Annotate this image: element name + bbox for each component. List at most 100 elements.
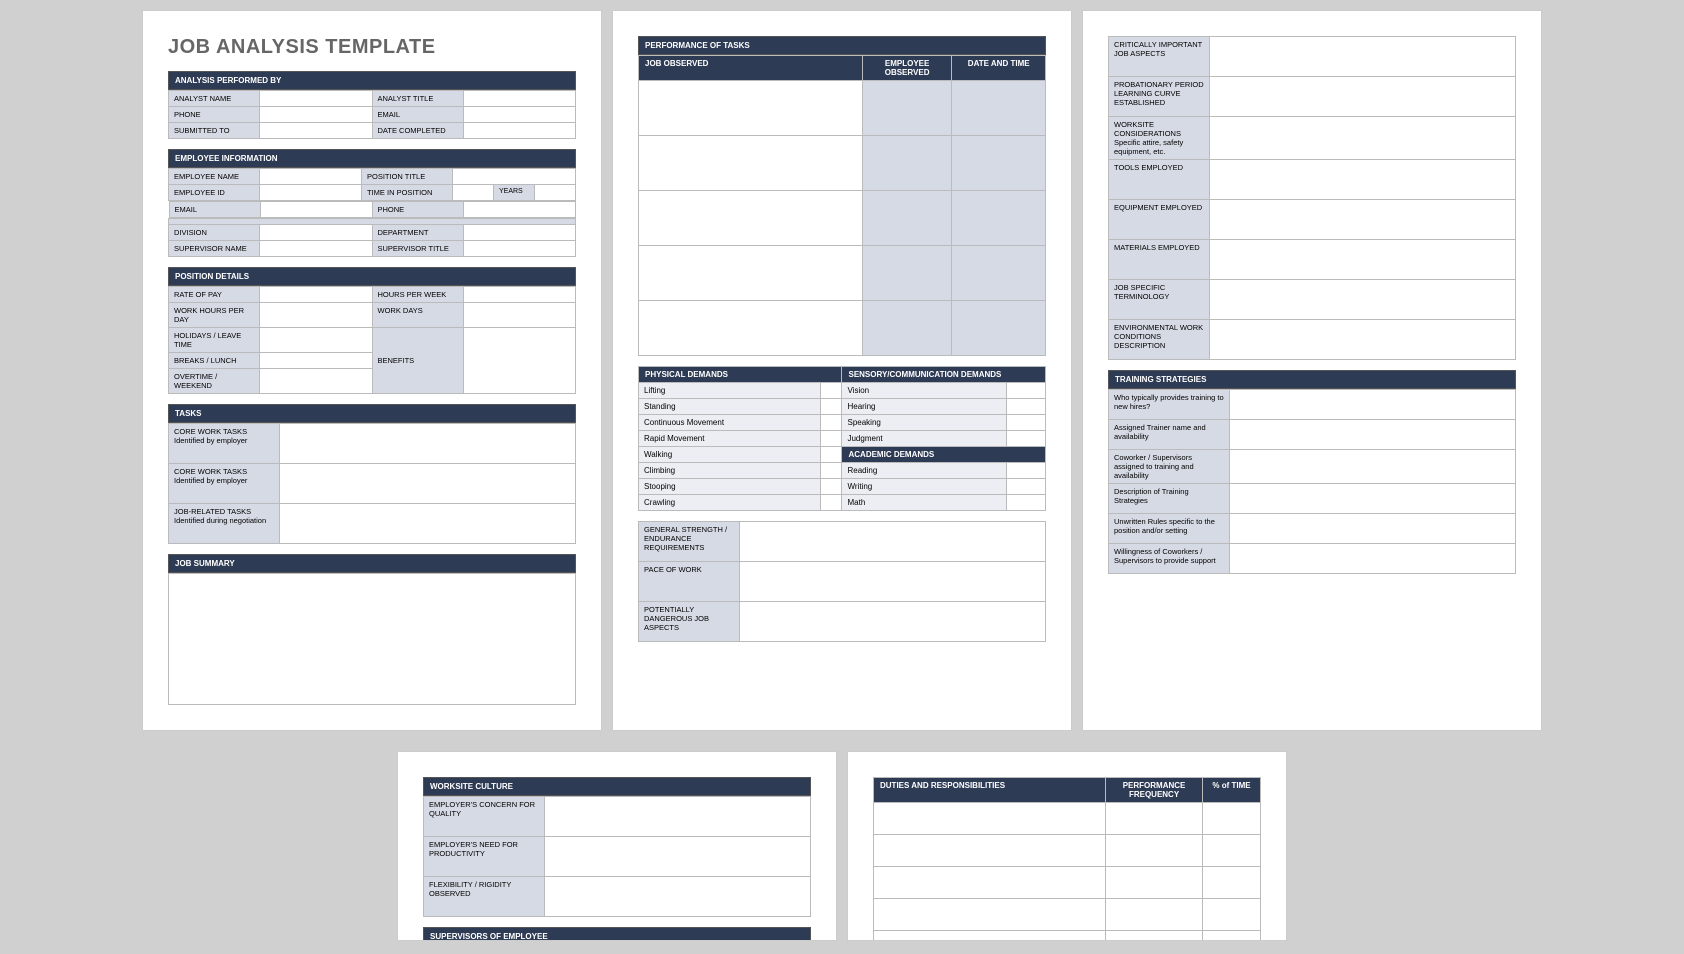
input-productivity[interactable]	[545, 837, 811, 877]
input-employee-name[interactable]	[260, 169, 362, 185]
duty-row[interactable]	[874, 803, 1106, 835]
input-vision[interactable]	[1006, 383, 1045, 399]
input-benefits[interactable]	[463, 328, 576, 394]
duty-pct[interactable]	[1202, 835, 1260, 867]
input-materials[interactable]	[1210, 240, 1516, 280]
duty-pct[interactable]	[1202, 899, 1260, 931]
label-reading: Reading	[842, 463, 1006, 479]
input-math[interactable]	[1006, 495, 1045, 511]
input-overtime[interactable]	[260, 369, 373, 394]
duty-freq[interactable]	[1106, 835, 1203, 867]
obs-row[interactable]	[639, 191, 863, 246]
obs-date[interactable]	[952, 246, 1046, 301]
input-analyst-title[interactable]	[463, 91, 576, 107]
duty-row[interactable]	[874, 899, 1106, 931]
label-worksite-considerations: WORKSITE CONSIDERATIONS Specific attire,…	[1109, 117, 1210, 160]
obs-date[interactable]	[952, 301, 1046, 356]
input-submitted-to[interactable]	[260, 123, 373, 139]
input-core-tasks-2[interactable]	[280, 464, 576, 504]
input-endurance[interactable]	[740, 522, 1046, 562]
input-pace[interactable]	[740, 562, 1046, 602]
input-holidays[interactable]	[260, 328, 373, 353]
input-equipment[interactable]	[1210, 200, 1516, 240]
input-supervisor-name[interactable]	[260, 241, 373, 257]
obs-date[interactable]	[952, 191, 1046, 246]
input-climbing[interactable]	[820, 463, 842, 479]
input-training-5[interactable]	[1230, 544, 1516, 574]
input-position-title[interactable]	[453, 169, 576, 185]
duty-row[interactable]	[874, 867, 1106, 899]
obs-emp[interactable]	[862, 136, 952, 191]
input-breaks[interactable]	[260, 353, 373, 369]
col-academic-demands: ACADEMIC DEMANDS	[842, 447, 1046, 463]
input-cont-move[interactable]	[820, 415, 842, 431]
input-training-0[interactable]	[1230, 390, 1516, 420]
input-training-2[interactable]	[1230, 450, 1516, 484]
duty-freq[interactable]	[1106, 931, 1203, 942]
input-walking[interactable]	[820, 447, 842, 463]
duty-pct[interactable]	[1202, 867, 1260, 899]
duty-row[interactable]	[874, 931, 1106, 942]
input-concern-quality[interactable]	[545, 797, 811, 837]
duty-freq[interactable]	[1106, 867, 1203, 899]
duty-row[interactable]	[874, 835, 1106, 867]
obs-emp[interactable]	[862, 81, 952, 136]
duty-pct[interactable]	[1202, 803, 1260, 835]
input-rapid-move[interactable]	[820, 431, 842, 447]
input-flexibility[interactable]	[545, 877, 811, 917]
input-standing[interactable]	[820, 399, 842, 415]
duty-freq[interactable]	[1106, 803, 1203, 835]
input-work-days[interactable]	[463, 303, 576, 328]
input-analyst-name[interactable]	[260, 91, 373, 107]
duty-freq[interactable]	[1106, 899, 1203, 931]
input-writing[interactable]	[1006, 479, 1045, 495]
input-training-1[interactable]	[1230, 420, 1516, 450]
input-job-related-tasks[interactable]	[280, 504, 576, 544]
input-probationary[interactable]	[1210, 77, 1516, 117]
input-reading[interactable]	[1006, 463, 1045, 479]
input-speaking[interactable]	[1006, 415, 1045, 431]
obs-row[interactable]	[639, 81, 863, 136]
input-crawling[interactable]	[820, 495, 842, 511]
obs-row[interactable]	[639, 136, 863, 191]
input-department[interactable]	[463, 225, 576, 241]
input-date-completed[interactable]	[463, 123, 576, 139]
obs-emp[interactable]	[862, 301, 952, 356]
input-stooping[interactable]	[820, 479, 842, 495]
input-years[interactable]	[453, 185, 494, 201]
obs-row[interactable]	[639, 301, 863, 356]
input-phone[interactable]	[260, 107, 373, 123]
duty-pct[interactable]	[1202, 931, 1260, 942]
input-environmental[interactable]	[1210, 320, 1516, 360]
input-hours-per-week[interactable]	[463, 287, 576, 303]
obs-emp[interactable]	[862, 191, 952, 246]
label-submitted-to: SUBMITTED TO	[169, 123, 260, 139]
input-emp-email[interactable]	[260, 202, 372, 218]
input-judgment[interactable]	[1006, 431, 1045, 447]
table-analysis-performed-by: ANALYST NAMEANALYST TITLE PHONEEMAIL SUB…	[168, 90, 576, 139]
obs-date[interactable]	[952, 81, 1046, 136]
input-hearing[interactable]	[1006, 399, 1045, 415]
input-worksite-considerations[interactable]	[1210, 117, 1516, 160]
input-tools[interactable]	[1210, 160, 1516, 200]
obs-emp[interactable]	[862, 246, 952, 301]
obs-date[interactable]	[952, 136, 1046, 191]
input-supervisor-title[interactable]	[463, 241, 576, 257]
obs-row[interactable]	[639, 246, 863, 301]
input-core-tasks-1[interactable]	[280, 424, 576, 464]
input-rate-of-pay[interactable]	[260, 287, 373, 303]
input-job-summary[interactable]	[168, 573, 576, 705]
input-work-hours-per-day[interactable]	[260, 303, 373, 328]
input-email[interactable]	[463, 107, 576, 123]
input-employee-id[interactable]	[260, 185, 362, 201]
input-emp-phone[interactable]	[463, 202, 575, 218]
input-critical[interactable]	[1210, 37, 1516, 77]
label-emp-email: EMAIL	[169, 202, 260, 218]
input-lifting[interactable]	[820, 383, 842, 399]
input-training-4[interactable]	[1230, 514, 1516, 544]
input-division[interactable]	[260, 225, 373, 241]
input-months[interactable]	[535, 185, 576, 201]
input-dangerous[interactable]	[740, 602, 1046, 642]
input-training-3[interactable]	[1230, 484, 1516, 514]
input-terminology[interactable]	[1210, 280, 1516, 320]
